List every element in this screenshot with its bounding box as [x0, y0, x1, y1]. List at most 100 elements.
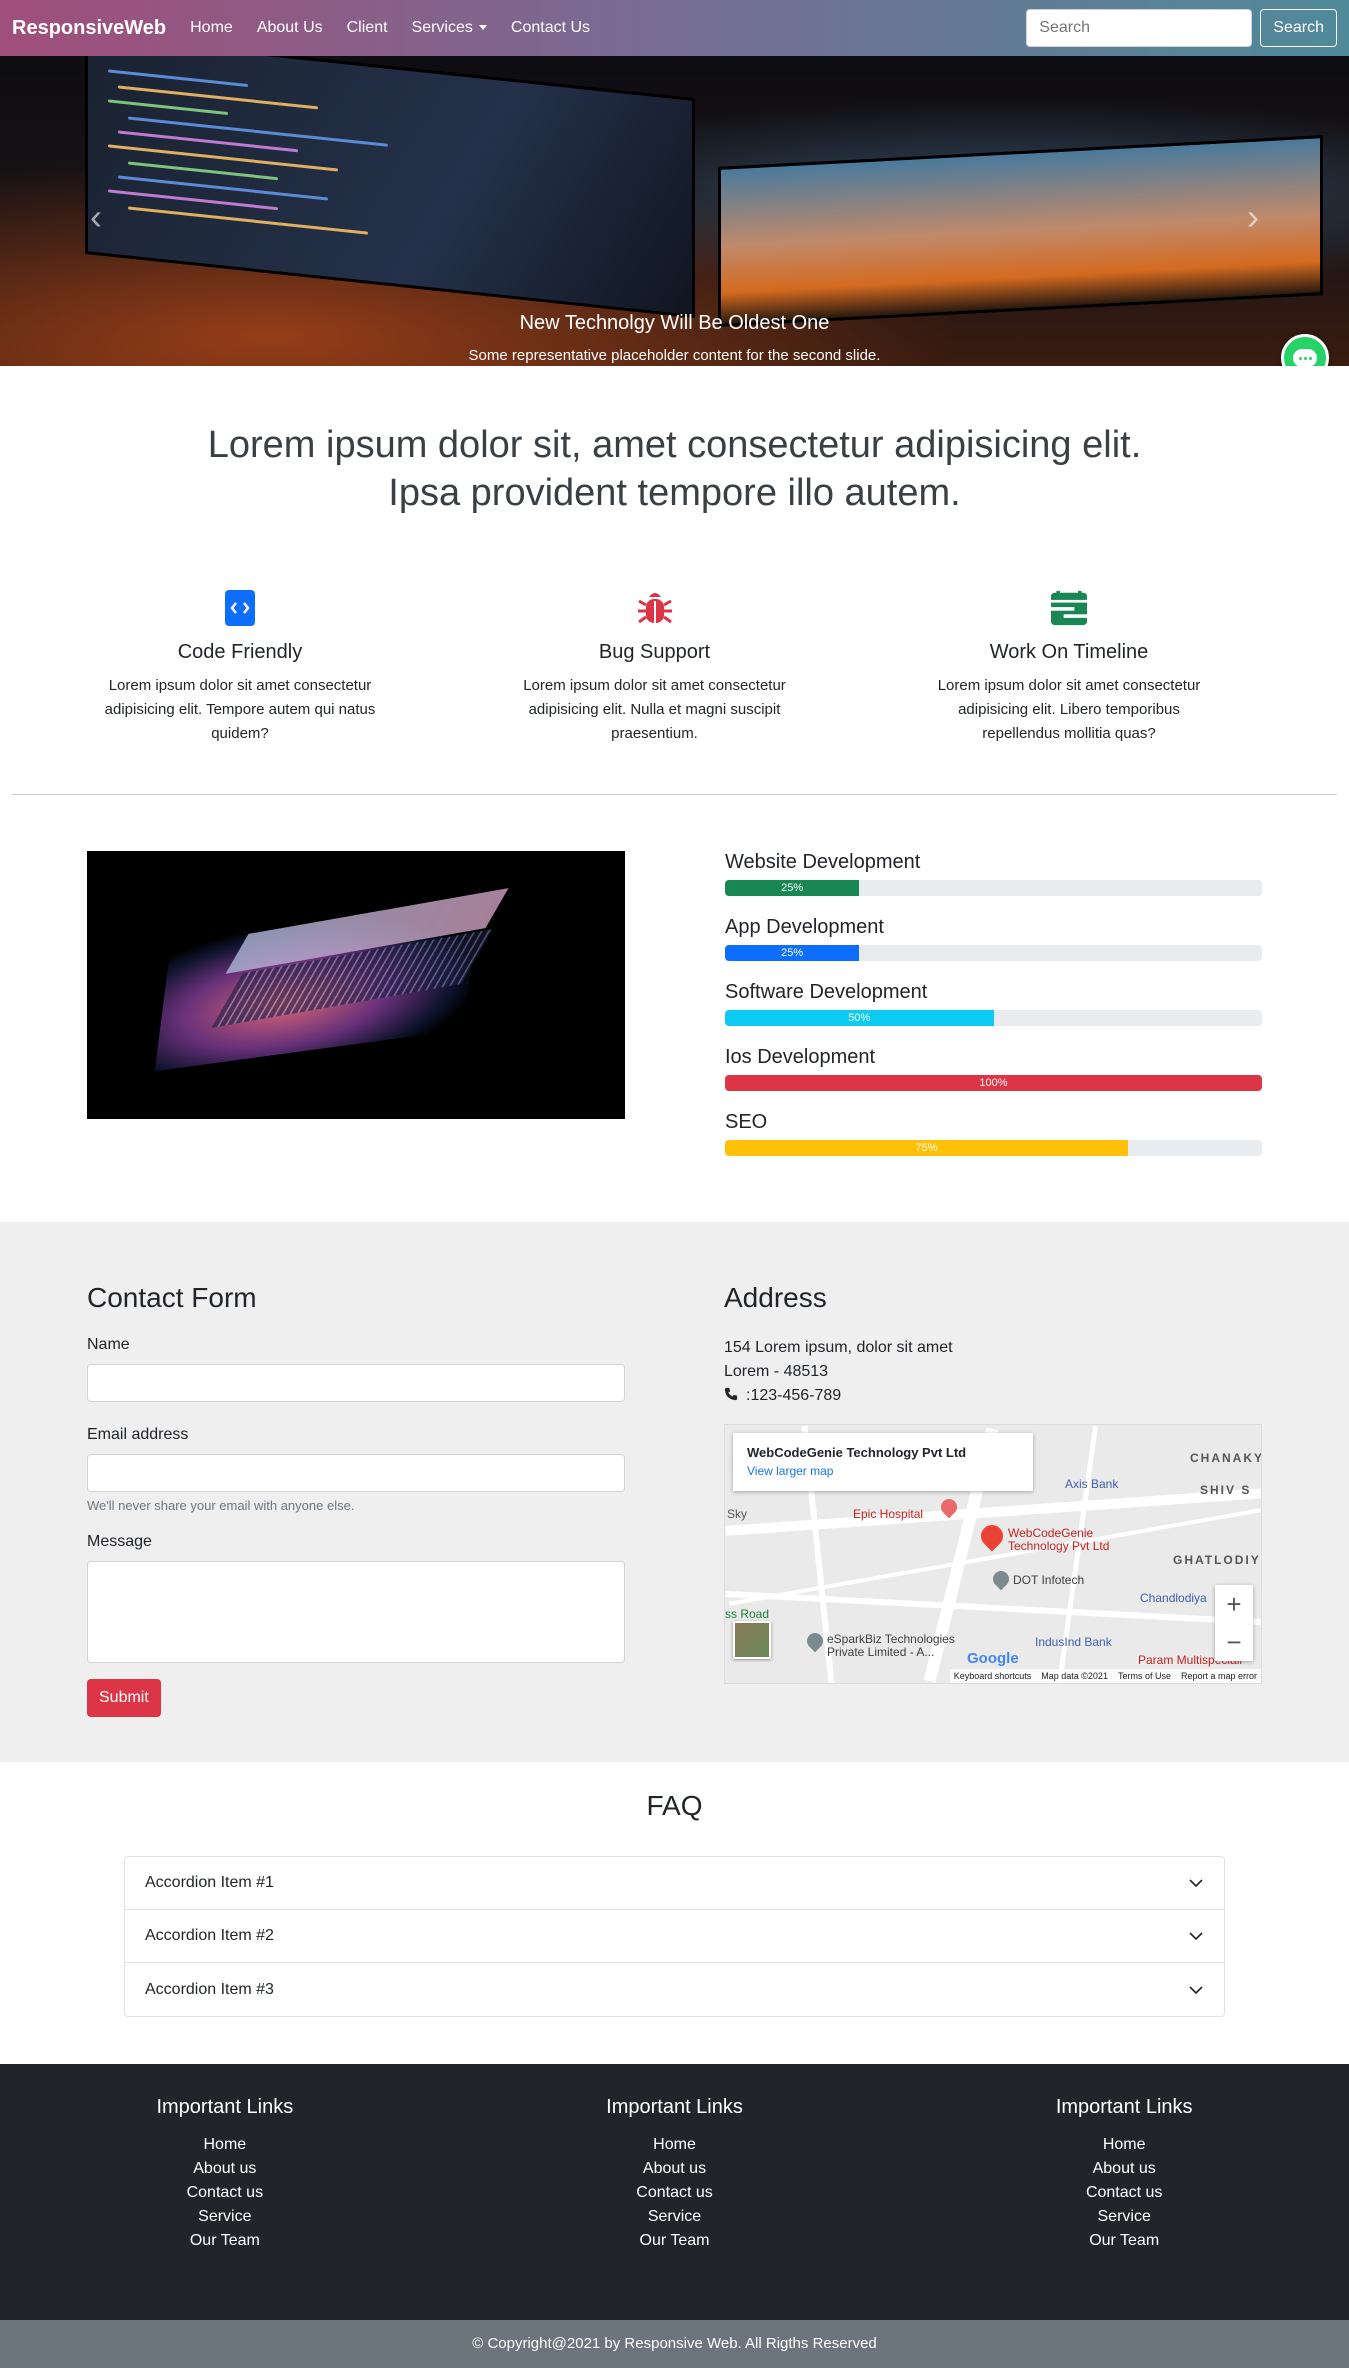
progress-fill: 25%	[725, 945, 860, 961]
feature-title: Code Friendly	[177, 641, 303, 663]
address-block: Address 154 Lorem ipsum, dolor sit amet …	[724, 1282, 1262, 1762]
phone-icon	[724, 1387, 738, 1401]
footer-column-title: Important Links	[606, 2096, 743, 2118]
search-button[interactable]: Search	[1260, 9, 1337, 47]
nav-link-about[interactable]: About Us	[257, 19, 323, 37]
nav-link-client[interactable]: Client	[347, 19, 388, 37]
submit-button[interactable]: Submit	[87, 1679, 161, 1717]
footer-column-2: Important Links Home About us Contact us…	[450, 2096, 900, 2320]
satellite-toggle-button[interactable]	[733, 1621, 771, 1659]
feature-text: Lorem ipsum dolor sit amet consectetur a…	[937, 677, 1201, 742]
map-label-dot-infotech: DOT Infotech	[1013, 1573, 1085, 1587]
footer-link-contact[interactable]: Contact us	[450, 2181, 900, 2205]
map-terms-link[interactable]: Terms of Use	[1118, 1671, 1171, 1681]
faq-title: FAQ	[646, 1790, 703, 1821]
address-phone: :123-456-789	[724, 1384, 1262, 1408]
address-line-2: Lorem - 48513	[724, 1363, 829, 1380]
progress-track: 75%	[725, 1140, 1262, 1156]
progress-track: 100%	[725, 1075, 1262, 1091]
map-keyboard-shortcuts[interactable]: Keyboard shortcuts	[954, 1671, 1032, 1681]
map-card-title: WebCodeGenie Technology Pvt Ltd	[747, 1445, 967, 1460]
map-label-axis-bank: Axis Bank	[1065, 1477, 1119, 1491]
map-label-indusind-bank: IndusInd Bank	[1035, 1635, 1112, 1649]
google-logo: Google	[967, 1650, 1019, 1667]
footer-column-3: Important Links Home About us Contact us…	[899, 2096, 1349, 2320]
zoom-in-button[interactable]: +	[1215, 1585, 1253, 1623]
footer-link-team[interactable]: Our Team	[450, 2229, 900, 2253]
skill-seo: SEO 75%	[725, 1111, 1262, 1156]
feature-code-friendly: Code Friendly Lorem ipsum dolor sit amet…	[90, 589, 390, 746]
map-report-error-link[interactable]: Report a map error	[1181, 1671, 1257, 1681]
name-field[interactable]	[87, 1364, 625, 1402]
address-line-1: 154 Lorem ipsum, dolor sit amet	[724, 1339, 953, 1356]
footer-link-about[interactable]: About us	[0, 2157, 450, 2181]
lead-line-1: Lorem ipsum dolor sit, amet consectetur …	[207, 424, 1142, 466]
footer-link-team[interactable]: Our Team	[0, 2229, 450, 2253]
accordion-item-2[interactable]: Accordion Item #2	[125, 1910, 1224, 1963]
footer-link-service[interactable]: Service	[899, 2205, 1349, 2229]
brand-logo[interactable]: ResponsiveWeb	[12, 17, 166, 40]
skill-app-development: App Development 25%	[725, 916, 1262, 961]
skill-ios-development: Ios Development 100%	[725, 1046, 1262, 1091]
code-line	[128, 206, 368, 235]
phone-number: :123-456-789	[746, 1387, 842, 1404]
feature-bug-support: Bug Support Lorem ipsum dolor sit amet c…	[505, 589, 805, 746]
map-pin-label: WebCodeGenie Technology Pvt Ltd	[1008, 1526, 1110, 1553]
footer: Important Links Home About us Contact us…	[0, 2064, 1349, 2320]
chevron-down-icon	[1189, 1879, 1203, 1888]
message-textarea[interactable]	[87, 1561, 625, 1663]
footer-link-contact[interactable]: Contact us	[899, 2181, 1349, 2205]
progress-fill: 100%	[725, 1075, 1262, 1091]
footer-link-contact[interactable]: Contact us	[0, 2181, 450, 2205]
footer-link-home[interactable]: Home	[450, 2133, 900, 2157]
progress-track: 25%	[725, 880, 1262, 896]
carousel-next-button[interactable]: ›	[1247, 196, 1259, 238]
carousel-subtitle: Some representative placeholder content …	[468, 347, 881, 364]
skill-website-development: Website Development 25%	[725, 851, 1262, 896]
nav-link-contact[interactable]: Contact Us	[511, 19, 590, 37]
view-larger-map-link[interactable]: View larger map	[747, 1464, 1019, 1478]
place-pin-icon	[989, 1567, 1013, 1591]
skill-name: App Development	[725, 916, 884, 938]
footer-link-about[interactable]: About us	[899, 2157, 1349, 2181]
progress-fill: 50%	[725, 1010, 994, 1026]
email-label: Email address	[87, 1426, 189, 1443]
footer-link-home[interactable]: Home	[0, 2133, 450, 2157]
contact-section: Contact Form Name Email address We'll ne…	[0, 1222, 1349, 1762]
code-line	[108, 144, 338, 172]
skill-software-development: Software Development 50%	[725, 981, 1262, 1026]
progress-fill: 25%	[725, 880, 860, 896]
map-label-ghatlodiya: GHATLODIY	[1173, 1553, 1261, 1567]
footer-link-home[interactable]: Home	[899, 2133, 1349, 2157]
footer-column-1: Important Links Home About us Contact us…	[0, 2096, 450, 2320]
accordion-item-3[interactable]: Accordion Item #3	[125, 1963, 1224, 2016]
map-zoom-controls: + −	[1215, 1585, 1253, 1661]
map-label-road: ss Road	[725, 1607, 770, 1621]
nav-link-home[interactable]: Home	[190, 19, 233, 37]
carousel-prev-button[interactable]: ‹	[90, 196, 102, 238]
search-input[interactable]	[1026, 9, 1253, 47]
google-map[interactable]: WebCodeGenie Technology Pvt Ltd View lar…	[724, 1424, 1262, 1684]
code-icon	[222, 589, 258, 627]
footer-link-team[interactable]: Our Team	[899, 2229, 1349, 2253]
footer-link-service[interactable]: Service	[450, 2205, 900, 2229]
nav-search: Search	[1026, 9, 1337, 47]
progress-track: 50%	[725, 1010, 1262, 1026]
footer-link-about[interactable]: About us	[450, 2157, 900, 2181]
accordion-item-label: Accordion Item #1	[145, 1874, 274, 1891]
carousel-title: New Technolgy Will Be Oldest One	[519, 312, 830, 334]
footer-column-title: Important Links	[156, 2096, 294, 2118]
accordion-item-1[interactable]: Accordion Item #1	[125, 1857, 1224, 1910]
map-label-shiv: SHIV S	[1200, 1483, 1252, 1497]
email-field[interactable]	[87, 1454, 625, 1492]
skill-progress-list: Website Development 25% App Development …	[725, 851, 1262, 1176]
zoom-out-button[interactable]: −	[1215, 1623, 1253, 1661]
nav-dropdown-services[interactable]: Services	[412, 19, 487, 37]
location-pin-icon[interactable]	[976, 1520, 1008, 1552]
hero-monitor-landscape	[718, 135, 1323, 327]
features-row: Code Friendly Lorem ipsum dolor sit amet…	[0, 589, 1349, 746]
code-line	[128, 161, 278, 181]
skill-name: SEO	[725, 1111, 768, 1133]
hero-carousel: ‹ › New Technolgy Will Be Oldest One Som…	[0, 56, 1349, 366]
footer-link-service[interactable]: Service	[0, 2205, 450, 2229]
